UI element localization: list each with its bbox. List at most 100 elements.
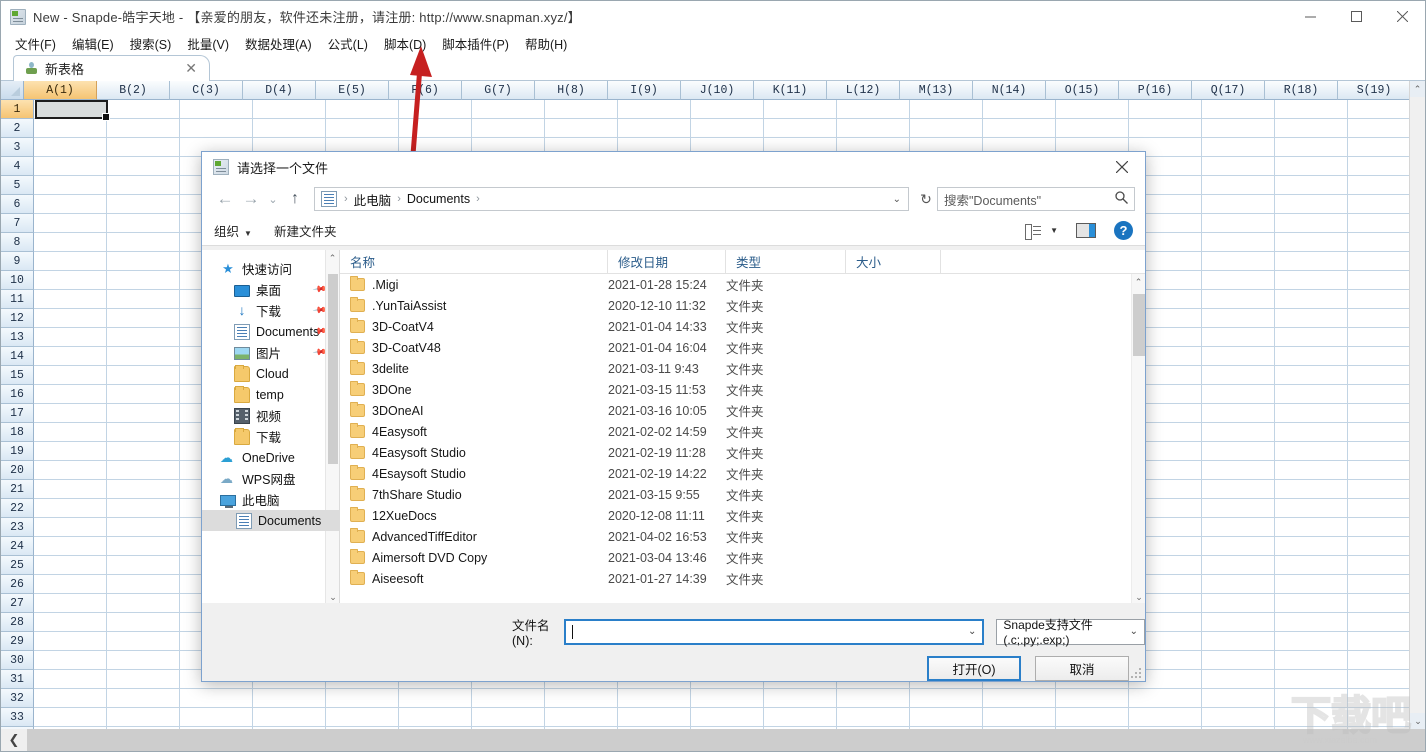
history-dropdown-icon[interactable]: ⌄ <box>264 186 282 212</box>
list-scroll-up-icon[interactable]: ⌃ <box>1132 274 1145 290</box>
resize-grip[interactable] <box>1131 668 1141 678</box>
row-header-20[interactable]: 20 <box>1 461 34 480</box>
up-button[interactable]: ↑ <box>282 186 308 212</box>
row-header-31[interactable]: 31 <box>1 670 34 689</box>
pin-icon[interactable]: 📌 <box>312 282 327 298</box>
menu-item-3[interactable]: 批量(V) <box>179 32 237 55</box>
open-button[interactable]: 打开(O) <box>927 656 1021 681</box>
menu-item-6[interactable]: 脚本(D) <box>376 32 434 55</box>
row-header-16[interactable]: 16 <box>1 385 34 404</box>
scroll-left-icon[interactable]: ❮ <box>1 729 27 751</box>
sidebar-item-documents[interactable]: Documents <box>202 510 339 531</box>
column-header-R[interactable]: R(18) <box>1265 81 1338 100</box>
file-row[interactable]: 3D-CoatV48 2021-01-04 16:04 文件夹 <box>340 337 1131 358</box>
file-row[interactable]: 3D-CoatV4 2021-01-04 14:33 文件夹 <box>340 316 1131 337</box>
sidebar-item-视频[interactable]: 视频 <box>202 405 339 426</box>
sidebar-item-wps网盘[interactable]: ☁ WPS网盘 <box>202 468 339 489</box>
row-header-19[interactable]: 19 <box>1 442 34 461</box>
cancel-button[interactable]: 取消 <box>1035 656 1129 681</box>
row-header-3[interactable]: 3 <box>1 138 34 157</box>
column-header-0[interactable]: 名称 <box>340 250 608 273</box>
row-header-28[interactable]: 28 <box>1 613 34 632</box>
file-row[interactable]: .Migi 2021-01-28 15:24 文件夹 <box>340 274 1131 295</box>
file-row[interactable]: 4Easysoft Studio 2021-02-19 11:28 文件夹 <box>340 442 1131 463</box>
file-row[interactable]: 3DOneAI 2021-03-16 10:05 文件夹 <box>340 400 1131 421</box>
active-cell[interactable] <box>35 100 110 121</box>
filename-dropdown-icon[interactable]: ⌄ <box>968 626 976 637</box>
forward-button[interactable]: → <box>238 186 264 212</box>
close-button[interactable] <box>1379 1 1425 32</box>
filetype-dropdown-icon[interactable]: ⌄ <box>1130 626 1138 637</box>
file-row[interactable]: Aiseesoft 2021-01-27 14:39 文件夹 <box>340 568 1131 589</box>
sidebar-item-桌面[interactable]: 桌面 📌 <box>202 279 339 300</box>
row-header-4[interactable]: 4 <box>1 157 34 176</box>
preview-pane-icon[interactable] <box>1076 223 1096 238</box>
row-header-10[interactable]: 10 <box>1 271 34 290</box>
row-header-8[interactable]: 8 <box>1 233 34 252</box>
dialog-close-button[interactable] <box>1099 152 1145 182</box>
row-header-7[interactable]: 7 <box>1 214 34 233</box>
row-header-30[interactable]: 30 <box>1 651 34 670</box>
row-header-23[interactable]: 23 <box>1 518 34 537</box>
column-header-H[interactable]: H(8) <box>535 81 608 100</box>
back-button[interactable]: ← <box>212 186 238 212</box>
row-header-15[interactable]: 15 <box>1 366 34 385</box>
maximize-button[interactable] <box>1333 1 1379 32</box>
row-header-21[interactable]: 21 <box>1 480 34 499</box>
menu-item-7[interactable]: 脚本插件(P) <box>434 32 517 55</box>
minimize-button[interactable] <box>1287 1 1333 32</box>
column-header-G[interactable]: G(7) <box>462 81 535 100</box>
row-header-9[interactable]: 9 <box>1 252 34 271</box>
column-header-D[interactable]: D(4) <box>243 81 316 100</box>
sidebar-item-下载[interactable]: 下载 <box>202 426 339 447</box>
column-header-N[interactable]: N(14) <box>973 81 1046 100</box>
row-header-26[interactable]: 26 <box>1 575 34 594</box>
address-dropdown-icon[interactable]: ⌄ <box>893 194 904 205</box>
menu-item-4[interactable]: 数据处理(A) <box>237 32 320 55</box>
view-caret-icon[interactable]: ▼ <box>1050 226 1058 235</box>
file-row[interactable]: 4Esaysoft Studio 2021-02-19 14:22 文件夹 <box>340 463 1131 484</box>
select-all-corner[interactable] <box>1 81 24 100</box>
row-header-18[interactable]: 18 <box>1 423 34 442</box>
filename-input[interactable]: ⌄ <box>563 618 985 645</box>
row-header-12[interactable]: 12 <box>1 309 34 328</box>
menu-item-8[interactable]: 帮助(H) <box>517 32 575 55</box>
sheet-horizontal-scrollbar[interactable]: ❮ <box>1 729 1425 751</box>
row-header-32[interactable]: 32 <box>1 689 34 708</box>
column-header-Q[interactable]: Q(17) <box>1192 81 1265 100</box>
breadcrumb-documents[interactable]: Documents <box>404 192 473 206</box>
row-header-25[interactable]: 25 <box>1 556 34 575</box>
file-list-rows[interactable]: .Migi 2021-01-28 15:24 文件夹 .YunTaiAssist 202… <box>340 274 1131 605</box>
tab-close-icon[interactable]: ✕ <box>185 60 197 76</box>
menu-item-1[interactable]: 编辑(E) <box>64 32 122 55</box>
sidebar-item-temp[interactable]: temp <box>202 384 339 405</box>
row-header-24[interactable]: 24 <box>1 537 34 556</box>
column-header-B[interactable]: B(2) <box>97 81 170 100</box>
file-row[interactable]: 7thShare Studio 2021-03-15 9:55 文件夹 <box>340 484 1131 505</box>
view-mode-button[interactable]: ▼ <box>1025 223 1058 240</box>
scroll-up-icon[interactable]: ⌃ <box>1410 81 1425 97</box>
row-header-1[interactable]: 1 <box>1 100 34 119</box>
sidebar-item-图片[interactable]: 图片 📌 <box>202 342 339 363</box>
sidebar-item-快速访问[interactable]: ★ 快速访问 <box>202 258 339 279</box>
search-input[interactable]: 搜索"Documents" <box>944 190 1115 209</box>
row-header-13[interactable]: 13 <box>1 328 34 347</box>
file-row[interactable]: 3delite 2021-03-11 9:43 文件夹 <box>340 358 1131 379</box>
column-header-C[interactable]: C(3) <box>170 81 243 100</box>
row-header-5[interactable]: 5 <box>1 176 34 195</box>
column-header-1[interactable]: 修改日期 <box>608 250 726 273</box>
row-header-6[interactable]: 6 <box>1 195 34 214</box>
breadcrumb-this-pc[interactable]: 此电脑 <box>351 190 395 209</box>
row-header-2[interactable]: 2 <box>1 119 34 138</box>
column-header-L[interactable]: L(12) <box>827 81 900 100</box>
help-icon[interactable]: ? <box>1114 221 1133 240</box>
refresh-button[interactable]: ↻ <box>915 191 937 208</box>
sheet-tab[interactable]: 新表格 ✕ <box>13 55 210 81</box>
file-list-scrollbar[interactable]: ⌃ ⌄ <box>1131 274 1145 605</box>
file-row[interactable]: AdvancedTiffEditor 2021-04-02 16:53 文件夹 <box>340 526 1131 547</box>
row-header-33[interactable]: 33 <box>1 708 34 727</box>
column-header-E[interactable]: E(5) <box>316 81 389 100</box>
column-header-F[interactable]: F(6) <box>389 81 462 100</box>
file-row[interactable]: 12XueDocs 2020-12-08 11:11 文件夹 <box>340 505 1131 526</box>
column-header-A[interactable]: A(1) <box>24 81 97 100</box>
